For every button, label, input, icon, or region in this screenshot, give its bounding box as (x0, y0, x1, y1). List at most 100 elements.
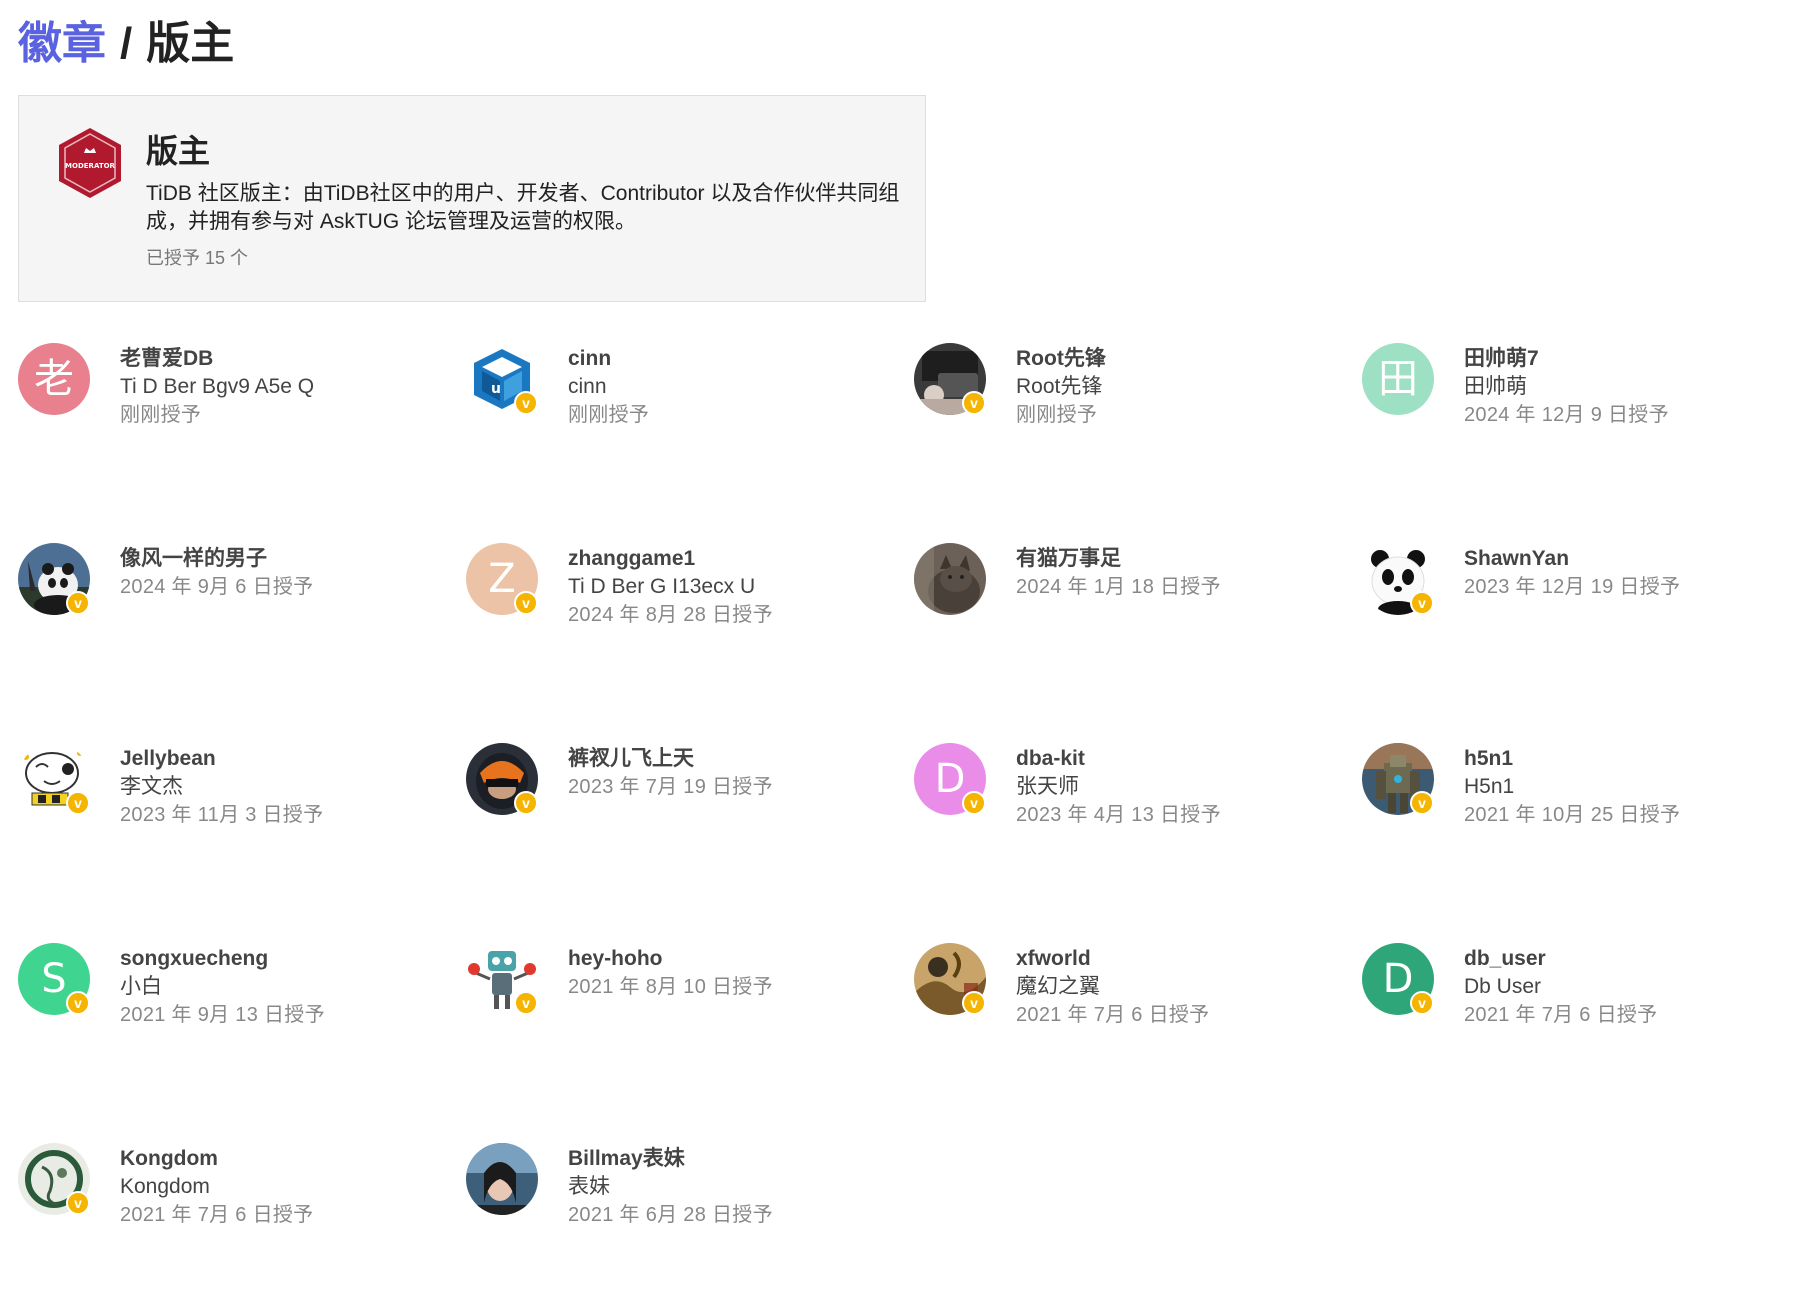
verified-check-icon: v (514, 391, 538, 415)
avatar-wrap: v (466, 943, 538, 1015)
username-link[interactable]: Billmay表妹 (568, 1145, 898, 1173)
user-card[interactable]: u v cinn cinn 刚刚授予 (466, 343, 914, 543)
user-card[interactable]: Billmay表妹 表妹 2021 年 6月 28 日授予 (466, 1143, 914, 1294)
avatar-wrap: 老 (18, 343, 90, 415)
username-link[interactable]: Jellybean (120, 745, 450, 773)
user-card[interactable]: v hey-hoho 2021 年 8月 10 日授予 (466, 943, 914, 1143)
user-card[interactable]: S v songxuecheng 小白 2021 年 9月 13 日授予 (18, 943, 466, 1143)
username-link[interactable]: hey-hoho (568, 945, 898, 973)
user-fullname: 魔幻之翼 (1016, 975, 1100, 998)
user-info: ShawnYan 2023 年 12月 19 日授予 (1464, 545, 1794, 601)
avatar-wrap: v (1362, 543, 1434, 615)
granted-date: 2023 年 4月 13 日授予 (1016, 804, 1221, 826)
avatar-wrap: 田 (1362, 343, 1434, 415)
verified-check-icon: v (66, 991, 90, 1015)
granted-date: 刚刚授予 (568, 404, 650, 426)
verified-check-icon: v (1410, 991, 1434, 1015)
verified-check-icon: v (1410, 591, 1434, 615)
user-card[interactable]: v 裤衩儿飞上天 2023 年 7月 19 日授予 (466, 743, 914, 943)
user-card[interactable]: v ShawnYan 2023 年 12月 19 日授予 (1362, 543, 1810, 743)
verified-check-icon: v (962, 991, 986, 1015)
avatar-wrap: v (1362, 743, 1434, 815)
avatar-wrap: D v (1362, 943, 1434, 1015)
breadcrumb-current: 版主 (146, 19, 235, 68)
granted-date: 2024 年 8月 28 日授予 (568, 604, 773, 626)
username-link[interactable]: songxuecheng (120, 945, 450, 973)
user-card[interactable]: Z v zhanggame1 Ti D Ber G I13ecx U 2024 … (466, 543, 914, 743)
avatar-wrap: S v (18, 943, 90, 1015)
username-link[interactable]: h5n1 (1464, 745, 1794, 773)
user-card[interactable]: v Kongdom Kongdom 2021 年 7月 6 日授予 (18, 1143, 466, 1294)
username-link[interactable]: Kongdom (120, 1145, 450, 1173)
avatar-wrap: Z v (466, 543, 538, 615)
granted-date: 2021 年 7月 6 日授予 (1464, 1004, 1658, 1026)
user-card[interactable]: v h5n1 H5n1 2021 年 10月 25 日授予 (1362, 743, 1810, 943)
verified-check-icon: v (514, 991, 538, 1015)
user-info: Root先锋 Root先锋 刚刚授予 (1016, 345, 1346, 429)
avatar-wrap: v (466, 743, 538, 815)
user-info: Jellybean 李文杰 2023 年 11月 3 日授予 (120, 745, 450, 829)
user-info: hey-hoho 2021 年 8月 10 日授予 (568, 945, 898, 1001)
granted-date: 2024 年 1月 18 日授予 (1016, 576, 1221, 598)
granted-date: 2021 年 7月 6 日授予 (120, 1204, 314, 1226)
user-card[interactable]: D v dba-kit 张天师 2023 年 4月 13 日授予 (914, 743, 1362, 943)
avatar[interactable] (466, 1143, 538, 1215)
user-card[interactable]: D v db_user Db User 2021 年 7月 6 日授予 (1362, 943, 1810, 1143)
user-card[interactable]: v Root先锋 Root先锋 刚刚授予 (914, 343, 1362, 543)
verified-check-icon: v (66, 791, 90, 815)
user-info: Kongdom Kongdom 2021 年 7月 6 日授予 (120, 1145, 450, 1229)
username-link[interactable]: 田帅萌7 (1464, 345, 1794, 373)
user-info: dba-kit 张天师 2023 年 4月 13 日授予 (1016, 745, 1346, 829)
username-link[interactable]: cinn (568, 345, 898, 373)
user-fullname: Db User (1464, 975, 1542, 998)
user-info: xfworld 魔幻之翼 2021 年 7月 6 日授予 (1016, 945, 1346, 1029)
username-link[interactable]: 裤衩儿飞上天 (568, 745, 898, 773)
verified-check-icon: v (962, 791, 986, 815)
user-info: db_user Db User 2021 年 7月 6 日授予 (1464, 945, 1794, 1029)
granted-date: 刚刚授予 (120, 404, 202, 426)
user-fullname: Kongdom (120, 1175, 210, 1198)
badge-description: TiDB 社区版主：由TiDB社区中的用户、开发者、Contributor 以及… (146, 182, 900, 233)
granted-date: 2023 年 11月 3 日授予 (120, 804, 324, 826)
user-card[interactable]: v Jellybean 李文杰 2023 年 11月 3 日授予 (18, 743, 466, 943)
user-fullname: Ti D Ber Bgv9 A5e Q (120, 375, 315, 398)
user-fullname: 李文杰 (120, 775, 183, 798)
user-card[interactable]: 老 老曹爱DB Ti D Ber Bgv9 A5e Q 刚刚授予 (18, 343, 466, 543)
user-card[interactable]: 田 田帅萌7 田帅萌 2024 年 12月 9 日授予 (1362, 343, 1810, 543)
avatar-letter: 田 (1378, 356, 1418, 402)
user-fullname: 张天师 (1016, 775, 1079, 798)
user-info: cinn cinn 刚刚授予 (568, 345, 898, 429)
verified-check-icon: v (66, 1191, 90, 1215)
username-link[interactable]: Root先锋 (1016, 345, 1346, 373)
username-link[interactable]: zhanggame1 (568, 545, 898, 573)
username-link[interactable]: xfworld (1016, 945, 1346, 973)
user-card[interactable]: v 像风一样的男子 2024 年 9月 6 日授予 (18, 543, 466, 743)
granted-date: 2024 年 12月 9 日授予 (1464, 404, 1669, 426)
user-card[interactable]: v xfworld 魔幻之翼 2021 年 7月 6 日授予 (914, 943, 1362, 1143)
verified-check-icon: v (66, 591, 90, 615)
granted-date: 2021 年 6月 28 日授予 (568, 1204, 773, 1226)
avatar-letter: Z (488, 556, 516, 602)
badge-icon-text: MODERATOR (65, 162, 115, 170)
granted-date: 2024 年 9月 6 日授予 (120, 576, 314, 598)
username-link[interactable]: 有猫万事足 (1016, 545, 1346, 573)
verified-check-icon: v (962, 391, 986, 415)
username-link[interactable]: ShawnYan (1464, 545, 1794, 573)
user-fullname: 表妹 (568, 1175, 610, 1198)
username-link[interactable]: 像风一样的男子 (120, 545, 450, 573)
username-link[interactable]: dba-kit (1016, 745, 1346, 773)
avatar[interactable]: 田 (1362, 343, 1434, 415)
avatar[interactable]: 老 (18, 343, 90, 415)
user-fullname: H5n1 (1464, 775, 1515, 798)
breadcrumb: 徽章 / 版主 (18, 16, 234, 72)
avatar-wrap: v (914, 943, 986, 1015)
user-card[interactable]: 有猫万事足 2024 年 1月 18 日授予 (914, 543, 1362, 743)
avatar[interactable] (914, 543, 986, 615)
user-info: 老曹爱DB Ti D Ber Bgv9 A5e Q 刚刚授予 (120, 345, 450, 429)
badge-title: 版主 (146, 133, 211, 169)
avatar-wrap: v (914, 343, 986, 415)
username-link[interactable]: db_user (1464, 945, 1794, 973)
breadcrumb-badges-link[interactable]: 徽章 (18, 16, 106, 72)
avatar-letter: D (934, 756, 966, 802)
username-link[interactable]: 老曹爱DB (120, 345, 450, 373)
